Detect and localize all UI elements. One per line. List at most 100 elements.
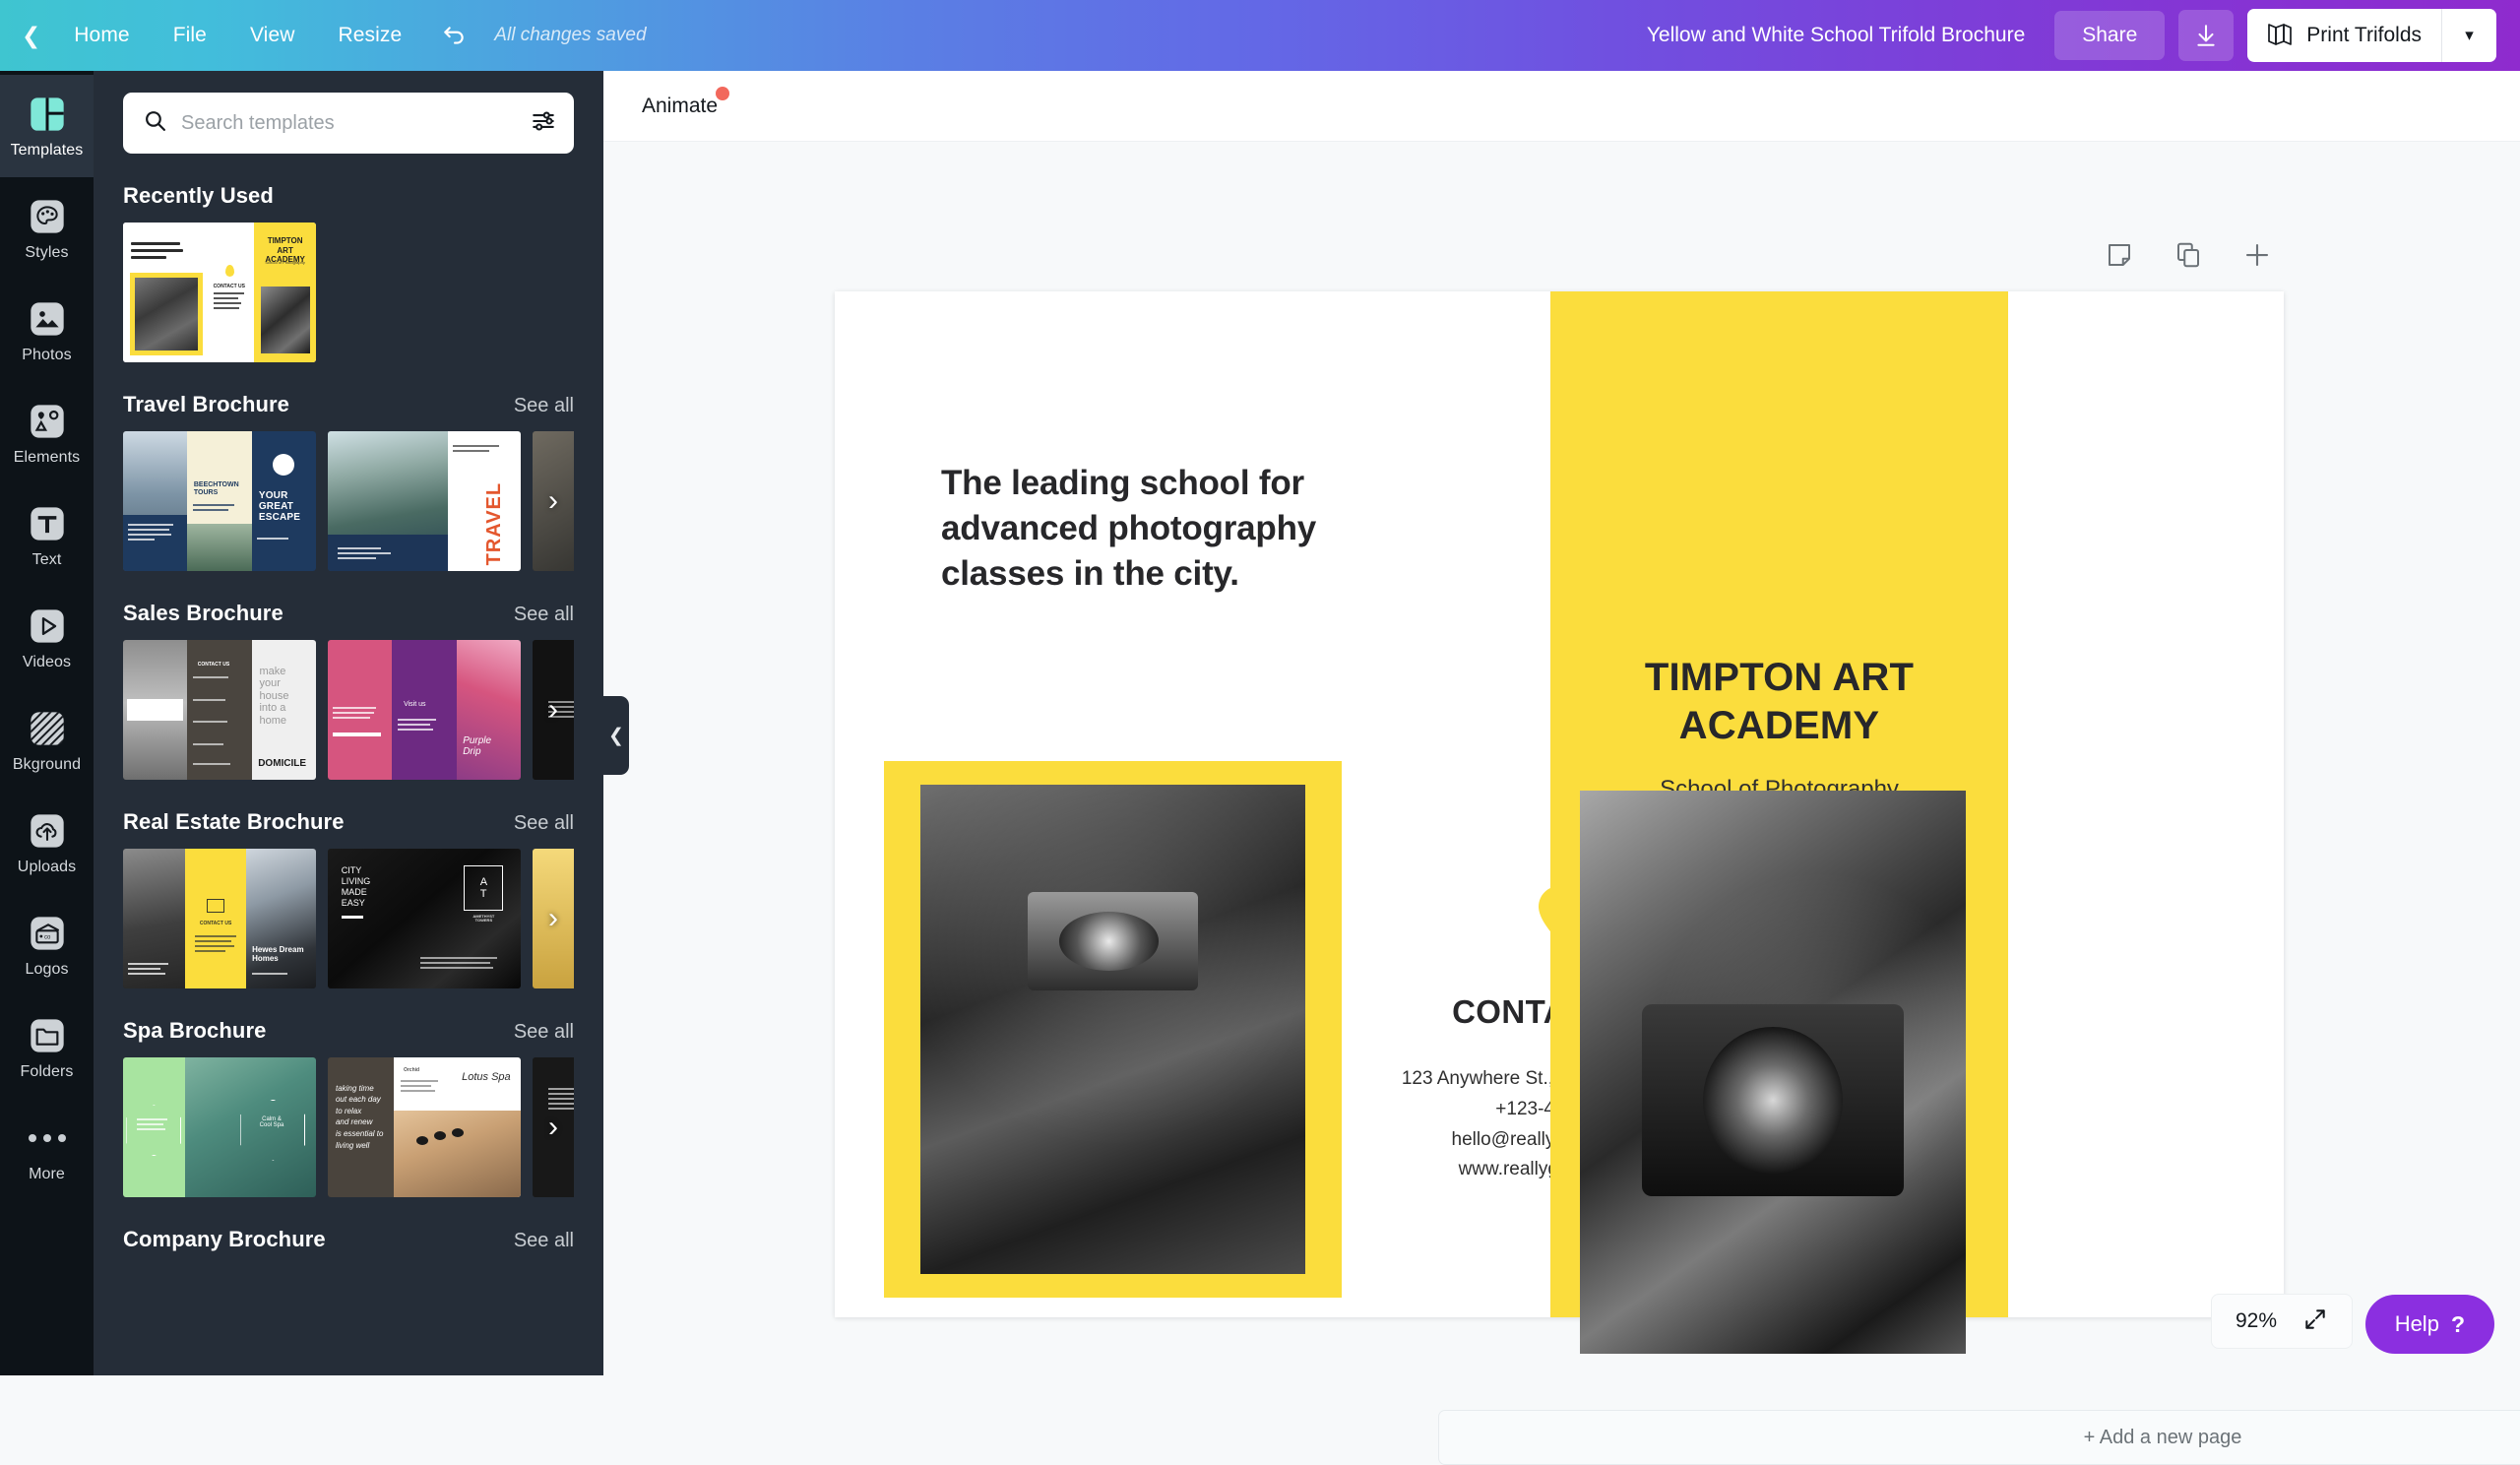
section-header: Sales Brochure See all	[123, 601, 574, 626]
search-box[interactable]	[123, 93, 574, 154]
template-card[interactable]: TRAVEL	[328, 431, 521, 571]
top-toolbar-right: Yellow and White School Trifold Brochure…	[1631, 9, 2520, 62]
sidebar-item-bkground[interactable]: Bkground	[0, 689, 94, 792]
template-row-sales[interactable]: CONTACT US make your house into a home DOMIC…	[123, 640, 574, 780]
top-toolbar-left: ❮ Home File View Resize All changes save…	[0, 14, 647, 57]
notes-icon[interactable]	[2103, 238, 2136, 272]
sidebar-label-elements: Elements	[13, 448, 81, 466]
template-card[interactable]: CITY LIVING MADE EASY AT AMETHYST TOWERS	[328, 849, 521, 988]
brochure-fold-right[interactable]: TIMPTON ART ACADEMY School of Photograph…	[1550, 291, 2008, 1354]
search-input[interactable]	[181, 111, 517, 135]
sidebar-item-more[interactable]: More	[0, 1099, 94, 1201]
template-card-recent[interactable]: CONTACT US TIMPTON ART ACADEMY School of…	[123, 223, 316, 362]
template-card[interactable]: CONTACT US Hewes Dream Homes	[123, 849, 316, 988]
carousel-next-realestate[interactable]: ›	[536, 902, 570, 935]
see-all-spa[interactable]: See all	[514, 1021, 574, 1044]
section-header: Recently Used	[123, 183, 574, 209]
help-button[interactable]: Help ?	[2364, 1295, 2494, 1354]
template-card[interactable]: Visit us Purple Drip	[328, 640, 521, 780]
editor-subtoolbar: Animate	[603, 71, 2520, 142]
menu-home[interactable]: Home	[52, 14, 151, 57]
carousel-next-sales[interactable]: ›	[536, 693, 570, 727]
carousel-next-spa[interactable]: ›	[536, 1111, 570, 1144]
menu-file[interactable]: File	[152, 14, 228, 57]
see-all-sales[interactable]: See all	[514, 604, 574, 626]
image-icon	[27, 298, 68, 340]
template-card[interactable]: CONTACT US make your house into a home DOMIC…	[123, 640, 316, 780]
page-tools	[2103, 238, 2274, 272]
panel-scroll-region[interactable]: Recently Used CONTACT US TIMPTON ART ACA…	[94, 154, 603, 1375]
section-spa-brochure: Spa Brochure See all Calm & Cool Spa tak…	[94, 1018, 603, 1197]
animate-label: Animate	[642, 94, 719, 117]
section-header: Company Brochure See all	[123, 1227, 574, 1252]
add-page-icon[interactable]	[2240, 238, 2274, 272]
share-button[interactable]: Share	[2054, 11, 2166, 60]
sidebar-label-folders: Folders	[20, 1062, 74, 1080]
download-button[interactable]	[2178, 10, 2235, 61]
shapes-icon	[27, 401, 68, 442]
academy-title[interactable]: TIMPTON ART ACADEMY	[1550, 654, 2008, 750]
sidebar-label-text: Text	[32, 550, 62, 568]
section-recently-used: Recently Used CONTACT US TIMPTON ART ACA…	[94, 183, 603, 362]
template-row-spa[interactable]: Calm & Cool Spa taking time out each day to…	[123, 1057, 574, 1197]
sidebar-item-elements[interactable]: Elements	[0, 382, 94, 484]
print-trifolds-button[interactable]: Print Trifolds	[2247, 9, 2441, 62]
template-row-realestate[interactable]: CONTACT US Hewes Dream Homes CITY LIVING MA…	[123, 849, 574, 988]
play-icon	[27, 605, 68, 647]
sidebar-item-videos[interactable]: Videos	[0, 587, 94, 689]
print-dropdown-caret-icon[interactable]: ▾	[2441, 9, 2496, 62]
undo-icon[interactable]	[423, 15, 484, 56]
sidebar-label-bkground: Bkground	[12, 755, 82, 773]
text-icon	[27, 503, 68, 544]
section-sales-brochure: Sales Brochure See all CONTACT US make y…	[94, 601, 603, 780]
carousel-next-travel[interactable]: ›	[536, 484, 570, 518]
logo-icon: co	[27, 913, 68, 954]
sidebar-label-templates: Templates	[10, 141, 84, 159]
see-all-travel[interactable]: See all	[514, 395, 574, 417]
menu-resize[interactable]: Resize	[317, 14, 424, 57]
sidebar-label-logos: Logos	[25, 960, 69, 978]
sidebar-item-templates[interactable]: Templates	[0, 75, 94, 177]
template-card[interactable]: BEECHTOWN TOURS YOUR GREAT ESCAPE	[123, 431, 316, 571]
sidebar-label-videos: Videos	[22, 653, 72, 670]
sidebar-item-folders[interactable]: Folders	[0, 996, 94, 1099]
folder-icon	[27, 1015, 68, 1056]
trifold-icon	[2265, 20, 2295, 52]
section-travel-brochure: Travel Brochure See all BEECHTOWNTOURS	[94, 392, 603, 571]
panel-collapse-handle[interactable]: ❮	[603, 696, 629, 775]
section-title: Real Estate Brochure	[123, 809, 345, 834]
template-row-travel[interactable]: BEECHTOWN TOURS YOUR GREAT ESCAPE TRAVEL…	[123, 431, 574, 571]
see-all-realestate[interactable]: See all	[514, 812, 574, 835]
help-label: Help	[2394, 1311, 2439, 1336]
template-card[interactable]: Calm & Cool Spa	[123, 1057, 316, 1197]
duplicate-icon[interactable]	[2172, 238, 2205, 272]
expand-icon[interactable]	[2302, 1306, 2328, 1337]
ellipsis-icon	[28, 1117, 66, 1159]
add-new-page-button[interactable]: + Add a new page	[1438, 1410, 2520, 1465]
back-chevron-icon[interactable]: ❮	[22, 24, 40, 47]
menu-view[interactable]: View	[228, 14, 317, 57]
save-status: All changes saved	[494, 25, 647, 45]
see-all-company[interactable]: See all	[514, 1230, 574, 1252]
sidebar-item-styles[interactable]: Styles	[0, 177, 94, 280]
canvas-area[interactable]: The leading school for advanced photogra…	[603, 142, 2520, 1465]
section-title: Company Brochure	[123, 1227, 326, 1251]
brochure-headline[interactable]: The leading school for advanced photogra…	[941, 461, 1404, 598]
sidebar-item-text[interactable]: Text	[0, 484, 94, 587]
svg-text:co: co	[44, 934, 51, 940]
print-trifolds-group: Print Trifolds ▾	[2247, 9, 2496, 62]
filter-sliders-icon[interactable]	[531, 108, 556, 139]
yashica-camera-photo[interactable]	[1580, 791, 1966, 1354]
sidebar-item-logos[interactable]: co Logos	[0, 894, 94, 996]
search-area	[94, 71, 603, 154]
document-title[interactable]: Yellow and White School Trifold Brochure	[1631, 16, 2041, 55]
zoom-level-value[interactable]: 92%	[2236, 1309, 2277, 1333]
template-card[interactable]: taking time out each day to relax and renew…	[328, 1057, 521, 1197]
zoom-control: 92%	[2210, 1294, 2353, 1349]
sidebar-item-uploads[interactable]: Uploads	[0, 792, 94, 894]
section-header: Travel Brochure See all	[123, 392, 574, 417]
section-real-estate-brochure: Real Estate Brochure See all CONTACT US	[94, 809, 603, 988]
animate-button[interactable]: Animate	[628, 85, 731, 128]
top-toolbar: ❮ Home File View Resize All changes save…	[0, 0, 2520, 71]
sidebar-item-photos[interactable]: Photos	[0, 280, 94, 382]
